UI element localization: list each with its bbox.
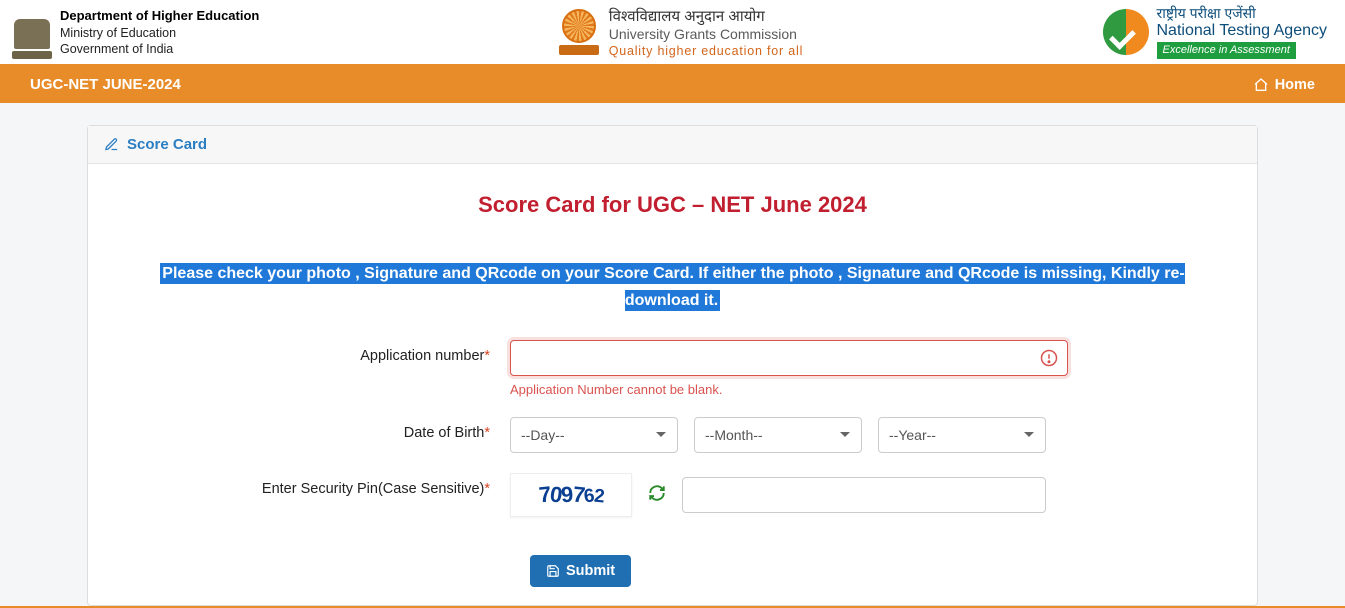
ugc-text: विश्वविद्यालय अनुदान आयोग University Gra… xyxy=(609,6,803,58)
app-label-text: Application number xyxy=(360,348,484,364)
captcha-image: 709762 xyxy=(510,473,632,517)
dob-month-select[interactable]: --Month-- xyxy=(694,417,862,453)
top-header: Department of Higher Education Ministry … xyxy=(0,0,1345,66)
ugc-block: विश्वविद्यालय अनुदान आयोग University Gra… xyxy=(559,6,803,58)
row-dob: Date of Birth* --Day-- --Month-- --Year-… xyxy=(130,417,1215,453)
nta-tagline: Excellence in Assessment xyxy=(1157,42,1296,59)
govt-block: Department of Higher Education Ministry … xyxy=(12,5,259,59)
pin-label: Enter Security Pin(Case Sensitive)* xyxy=(130,473,510,497)
edit-icon xyxy=(104,137,119,152)
nav-bar: UGC-NET JUNE-2024 Home xyxy=(0,66,1345,103)
nta-english: National Testing Agency xyxy=(1157,22,1327,40)
security-pin-input[interactable] xyxy=(682,477,1046,513)
nta-logo-icon xyxy=(1103,9,1149,55)
ugc-tagline: Quality higher education for all xyxy=(609,44,803,58)
app-label: Application number* xyxy=(130,340,510,364)
goi-line: Government of India xyxy=(60,41,259,58)
submit-row: Submit xyxy=(130,555,1215,587)
error-icon xyxy=(1040,349,1058,367)
refresh-icon xyxy=(648,484,666,502)
ugc-english: University Grants Commission xyxy=(609,26,803,42)
panel-header: Score Card xyxy=(88,126,1257,164)
page-title: Score Card for UGC – NET June 2024 xyxy=(130,192,1215,218)
pin-field: 709762 xyxy=(510,473,1215,517)
dob-year-select[interactable]: --Year-- xyxy=(878,417,1046,453)
home-icon xyxy=(1253,77,1269,93)
breadcrumb-label: Score Card xyxy=(127,136,207,153)
dob-day-select[interactable]: --Day-- xyxy=(510,417,678,453)
govt-text: Department of Higher Education Ministry … xyxy=(60,5,259,58)
nav-title: UGC-NET JUNE-2024 xyxy=(30,76,181,93)
dob-label: Date of Birth* xyxy=(130,417,510,441)
dob-field: --Day-- --Month-- --Year-- xyxy=(510,417,1215,453)
submit-label: Submit xyxy=(566,563,615,579)
score-card-panel: Score Card Score Card for UGC – NET June… xyxy=(87,125,1258,606)
save-icon xyxy=(546,564,560,578)
app-field: Application Number cannot be blank. xyxy=(510,340,1215,397)
captcha-refresh-button[interactable] xyxy=(648,484,666,507)
app-error-message: Application Number cannot be blank. xyxy=(510,382,1068,397)
notice-text: Please check your photo , Signature and … xyxy=(160,263,1184,311)
required-asterisk: * xyxy=(484,425,490,441)
row-application-number: Application number* Application Number c… xyxy=(130,340,1215,397)
pin-label-text: Enter Security Pin(Case Sensitive) xyxy=(262,481,484,497)
captcha-text: 709762 xyxy=(539,482,603,509)
india-emblem-icon xyxy=(12,5,52,59)
dob-label-text: Date of Birth xyxy=(404,425,485,441)
panel-body: Score Card for UGC – NET June 2024 Pleas… xyxy=(88,164,1257,605)
ugc-logo-icon xyxy=(559,9,599,55)
row-security-pin: Enter Security Pin(Case Sensitive)* 7097… xyxy=(130,473,1215,517)
home-label: Home xyxy=(1275,77,1315,93)
nta-hindi: राष्ट्रीय परीक्षा एजेंसी xyxy=(1157,5,1327,21)
dept-line: Department of Higher Education xyxy=(60,7,259,25)
application-number-input[interactable] xyxy=(510,340,1068,376)
nta-block: राष्ट्रीय परीक्षा एजेंसी National Testin… xyxy=(1103,5,1327,58)
nta-text: राष्ट्रीय परीक्षा एजेंसी National Testin… xyxy=(1157,5,1327,58)
home-link[interactable]: Home xyxy=(1253,77,1315,93)
required-asterisk: * xyxy=(484,481,490,497)
ministry-line: Ministry of Education xyxy=(60,25,259,42)
submit-button[interactable]: Submit xyxy=(530,555,631,587)
notice-wrap: Please check your photo , Signature and … xyxy=(130,260,1215,314)
ugc-hindi: विश्वविद्यालय अनुदान आयोग xyxy=(609,6,803,26)
required-asterisk: * xyxy=(484,348,490,364)
